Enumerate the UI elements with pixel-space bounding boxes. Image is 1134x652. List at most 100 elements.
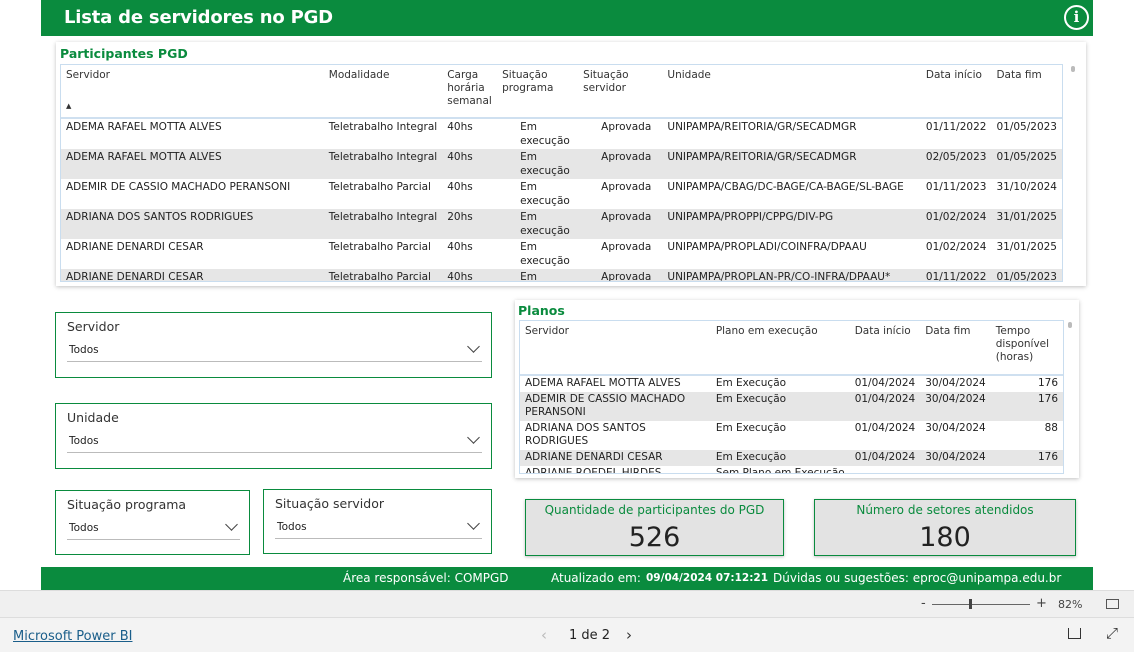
list-item[interactable]: ADRIANE ROEDEL HIRDES Sem Plano em Execuç…	[520, 466, 1063, 474]
filter-situacao-servidor-dropdown[interactable]: Todos	[275, 517, 482, 539]
table-cell: ADRIANE ROEDEL HIRDES	[525, 467, 662, 474]
table-cell: ADRIANE DENARDI CESAR	[61, 269, 324, 281]
chevron-down-icon	[467, 431, 480, 444]
filter-servidor-dropdown[interactable]: Todos	[67, 340, 482, 362]
col-servidor[interactable]: Servidor ▲	[61, 65, 324, 119]
prev-page-icon[interactable]: ‹	[541, 626, 547, 644]
chevron-down-icon	[467, 517, 480, 530]
planos-card: Planos Servidor Plano em execução Data i…	[515, 300, 1079, 478]
col-plano-tempo[interactable]: Tempo disponível (horas)	[990, 321, 1063, 376]
table-cell: Teletrabalho Parcial	[323, 269, 443, 281]
table-cell: Teletrabalho Parcial	[328, 181, 431, 193]
zoom-out-button[interactable]: -	[921, 596, 926, 611]
planos-scrollbar[interactable]	[1068, 322, 1072, 328]
filter-unidade-dropdown[interactable]: Todos	[67, 431, 482, 453]
filter-situacao-programa-dropdown[interactable]: Todos	[67, 518, 240, 540]
table-row[interactable]: ADEMA RAFAEL MOTTA ALVES Teletrabalho Int…	[61, 118, 1062, 149]
table-cell: ADEMA RAFAEL MOTTA ALVES	[66, 121, 222, 133]
table-cell: 30/04/2024	[920, 392, 991, 421]
table-cell: Teletrabalho Integral	[323, 149, 443, 179]
table-cell: Aprovada	[578, 269, 663, 281]
info-icon[interactable]: i	[1064, 5, 1089, 30]
table-cell: 01/04/2024	[849, 392, 921, 421]
table-cell: Sem Plano em Execução	[715, 467, 845, 474]
bottom-bar: Microsoft Power BI ‹ 1 de 2 › ⤢	[0, 617, 1134, 652]
chevron-down-icon	[225, 518, 238, 531]
zoom-bar: - + 82%	[0, 590, 1134, 617]
col-situacao-servidor[interactable]: Situação servidor	[578, 65, 663, 119]
col-unidade[interactable]: Unidade	[662, 65, 921, 119]
table-cell: Aprovada	[578, 149, 663, 179]
table-cell: 01/04/2024	[854, 422, 916, 434]
zoom-in-button[interactable]: +	[1036, 596, 1047, 611]
list-item[interactable]: ADEMA RAFAEL MOTTA ALVES Em Execução 01/04…	[520, 375, 1063, 392]
table-cell: Aprovada	[578, 209, 663, 239]
kpi-setores-value: 180	[919, 522, 971, 553]
planos-title: Planos	[518, 303, 565, 318]
filter-situacao-servidor: Situação servidor Todos	[263, 489, 492, 554]
col-plano-fim[interactable]: Data fim	[920, 321, 991, 376]
table-cell: Aprovada	[601, 181, 652, 193]
table-cell: UNIPAMPA/CBAG/DC-BAGE/CA-BAGE/SL-BAGE	[667, 181, 904, 193]
table-cell: 176	[990, 392, 1063, 421]
participantes-card: Participantes PGD Servidor ▲ Modalidade C…	[56, 42, 1086, 286]
table-cell: ADEMIR DE CASSIO MACHADO PERANSONI	[520, 392, 711, 421]
col-data-fim[interactable]: Data fim	[991, 65, 1062, 119]
table-cell: ADRIANE DENARDI CESAR	[66, 241, 204, 253]
col-modalidade[interactable]: Modalidade	[323, 65, 443, 119]
list-item[interactable]: ADEMIR DE CASSIO MACHADO PERANSONI Em Exe…	[520, 392, 1063, 421]
report-title: Lista de servidores no PGD	[64, 7, 333, 28]
table-row[interactable]: ADRIANE DENARDI CESAR Teletrabalho Parcia…	[61, 239, 1062, 269]
table-cell: 01/04/2024	[854, 377, 916, 389]
table-cell: 01/02/2024	[920, 209, 992, 239]
chevron-down-icon	[467, 340, 480, 353]
zoom-slider-thumb[interactable]	[969, 599, 972, 609]
list-item[interactable]: ADRIANA DOS SANTOS RODRIGUES Em Execução 0…	[520, 421, 1063, 450]
table-cell: 30/04/2024	[920, 450, 991, 466]
col-plano-servidor[interactable]: Servidor	[520, 321, 711, 376]
power-bi-link[interactable]: Microsoft Power BI	[13, 629, 132, 644]
table-cell: Teletrabalho Integral	[323, 209, 443, 239]
footer-duvidas: Dúvidas ou sugestões: eproc@unipampa.edu…	[773, 571, 1062, 585]
filter-servidor-label: Servidor	[67, 319, 120, 334]
page-indicator: 1 de 2	[569, 628, 611, 643]
col-data-inicio[interactable]: Data início	[920, 65, 992, 119]
share-icon[interactable]	[1068, 628, 1081, 639]
table-row[interactable]: ADRIANA DOS SANTOS RODRIGUES Teletrabalho…	[61, 209, 1062, 239]
zoom-level: 82%	[1058, 598, 1083, 611]
participantes-scrollbar[interactable]	[1071, 66, 1075, 72]
table-cell: 02/05/2023	[920, 149, 992, 179]
table-cell: 40hs	[447, 121, 473, 133]
participantes-table: Servidor ▲ Modalidade Carga horária seman…	[60, 64, 1063, 282]
fullscreen-icon[interactable]: ⤢	[1106, 624, 1118, 642]
table-cell: UNIPAMPA/PROPLAN-PR/CO-INFRA/DPAAU*	[662, 269, 921, 281]
table-cell: Em Execução	[710, 450, 850, 466]
table-cell: Em execução	[497, 269, 579, 281]
table-cell: Em Execução	[715, 422, 787, 434]
table-cell: UNIPAMPA/REITORIA/GR/SECADMGR	[667, 121, 857, 133]
filter-situacao-programa-label: Situação programa	[67, 497, 187, 512]
list-item[interactable]: ADRIANE DENARDI CESAR Em Execução 01/04/20…	[520, 450, 1063, 466]
table-cell	[991, 466, 1063, 473]
table-cell: ADEMIR DE CASSIO MACHADO PERANSONI	[66, 181, 291, 193]
fit-page-icon[interactable]	[1106, 599, 1119, 609]
col-situacao-programa[interactable]: Situação programa	[497, 65, 579, 119]
col-plano-inicio[interactable]: Data início	[849, 321, 921, 376]
table-cell: 176	[1037, 377, 1058, 389]
col-carga[interactable]: Carga horária semanal	[442, 65, 498, 119]
table-row[interactable]: ADEMA RAFAEL MOTTA ALVES Teletrabalho Int…	[61, 149, 1062, 179]
next-page-icon[interactable]: ›	[626, 626, 632, 644]
table-cell: 01/11/2022	[925, 121, 987, 133]
table-row[interactable]: ADEMIR DE CASSIO MACHADO PERANSONI Teletr…	[61, 179, 1062, 209]
report-footer: Área responsável: COMPGD Atualizado em: …	[41, 567, 1093, 590]
table-cell: 88	[1044, 422, 1058, 434]
zoom-slider[interactable]	[932, 599, 1030, 609]
kpi-participantes-value: 526	[628, 522, 681, 553]
table-cell: UNIPAMPA/REITORIA/GR/SECADMGR	[662, 149, 921, 179]
table-row[interactable]: ADRIANE DENARDI CESAR Teletrabalho Parcia…	[61, 269, 1062, 281]
table-cell: Em execução	[520, 241, 570, 267]
col-plano-execucao[interactable]: Plano em execução	[710, 321, 850, 376]
table-cell: 30/04/2024	[925, 422, 986, 434]
table-cell: 40hs	[447, 181, 473, 193]
table-cell: 01/04/2024	[849, 450, 921, 466]
